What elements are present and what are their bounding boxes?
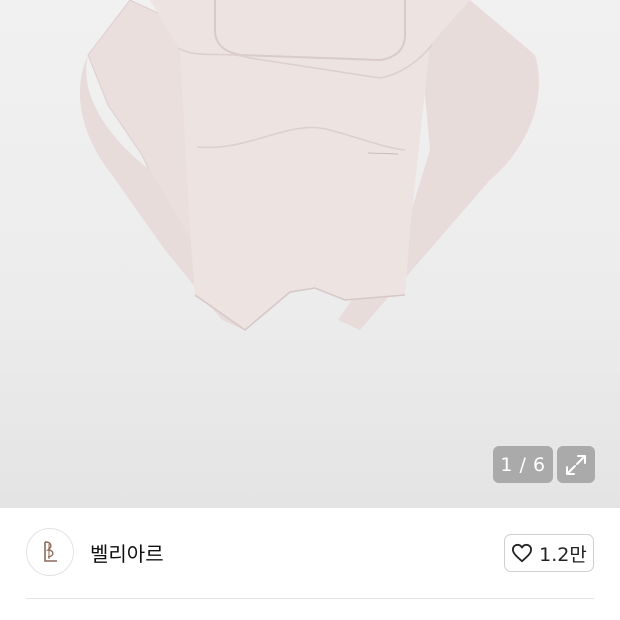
shop-bar: 벨리아르 1.2만 <box>0 508 620 598</box>
product-image <box>79 0 539 331</box>
shop-name[interactable]: 벨리아르 <box>90 538 164 567</box>
like-button[interactable]: 1.2만 <box>504 534 594 572</box>
divider <box>26 598 594 599</box>
shop-logo <box>44 541 57 562</box>
like-count: 1.2만 <box>539 543 587 566</box>
expand-button[interactable] <box>557 446 595 483</box>
product-image-gallery[interactable]: 1 / 6 <box>0 0 620 508</box>
image-counter: 1 / 6 <box>493 446 553 483</box>
heart-icon <box>512 543 533 563</box>
expand-icon <box>566 454 586 475</box>
shop-avatar[interactable] <box>26 528 74 576</box>
